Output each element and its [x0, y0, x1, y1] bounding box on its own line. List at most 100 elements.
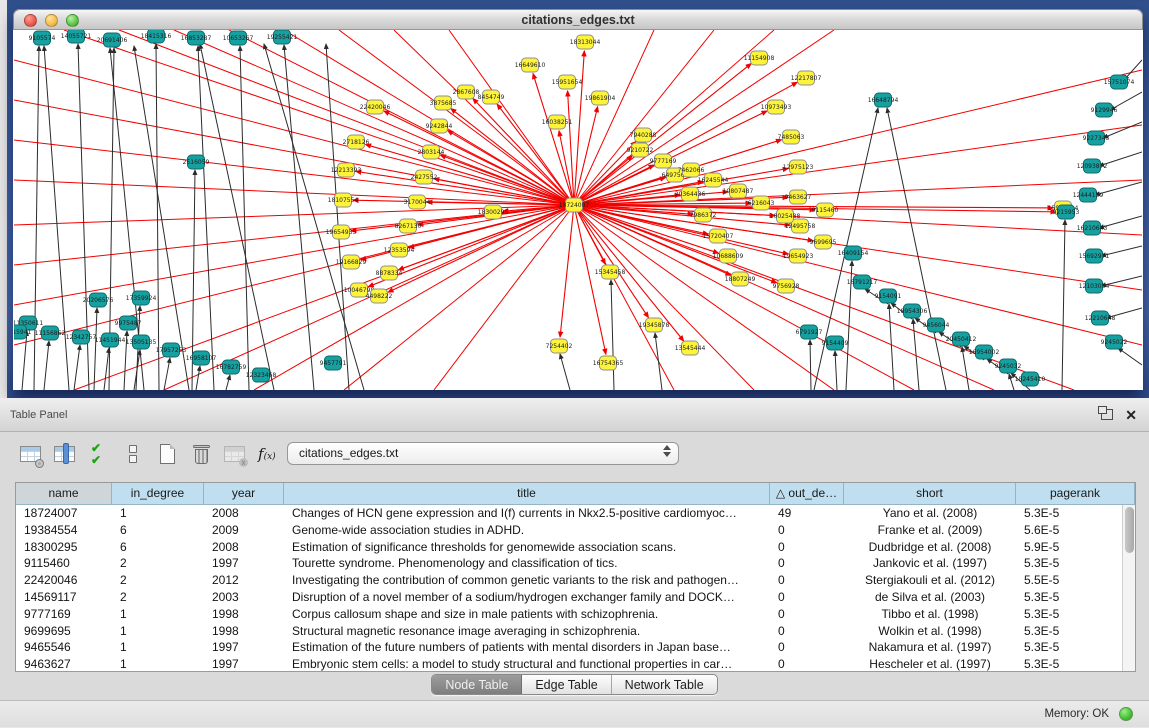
network-node[interactable]: 2718126: [343, 135, 370, 149]
close-panel-icon[interactable]: ✕: [1125, 405, 1137, 425]
network-node[interactable]: 10653267: [223, 31, 254, 45]
column-header-pagerank[interactable]: pagerank: [1016, 483, 1135, 505]
column-header-name[interactable]: name: [16, 483, 112, 505]
network-node[interactable]: 9115460: [812, 203, 839, 217]
network-node[interactable]: 15345458: [595, 265, 626, 279]
table-row[interactable]: 1456911722003Disruption of a novel membe…: [16, 589, 1122, 606]
network-node[interactable]: 9463627: [785, 190, 812, 204]
network-node[interactable]: 16648794: [868, 93, 899, 107]
new-column-icon[interactable]: [154, 441, 181, 468]
network-node[interactable]: 18954306: [897, 304, 928, 318]
network-node[interactable]: 18415316: [141, 30, 172, 43]
network-node[interactable]: 16245544: [698, 173, 729, 187]
network-node[interactable]: 18245410: [1015, 372, 1046, 386]
column-header-title[interactable]: title: [284, 483, 770, 505]
network-node[interactable]: 15951654: [552, 75, 583, 89]
network-node[interactable]: 11451944: [95, 333, 126, 347]
table-row[interactable]: 977716911998Corpus callosum shape and si…: [16, 606, 1122, 623]
network-node[interactable]: 19861904: [585, 91, 616, 105]
network-node[interactable]: 9699695: [810, 235, 837, 249]
window-titlebar[interactable]: citations_edges.txt: [13, 9, 1143, 30]
network-node[interactable]: 9245022: [1101, 335, 1128, 349]
network-node[interactable]: 19345878: [639, 318, 670, 332]
network-node[interactable]: 9456044: [923, 318, 950, 332]
row-stack-icon[interactable]: [120, 441, 147, 468]
table-row[interactable]: 946554611997Estimation of the future num…: [16, 639, 1122, 656]
column-header-in_degree[interactable]: in_degree: [112, 483, 204, 505]
network-node[interactable]: 19255421: [267, 30, 298, 44]
network-node[interactable]: 13505135: [126, 335, 157, 349]
network-node[interactable]: 16782759: [216, 360, 247, 374]
network-view-canvas[interactable]: 1872400722420046271812612213393181075541…: [14, 30, 1142, 390]
tab-network-table[interactable]: Network Table: [612, 675, 717, 694]
network-node[interactable]: 9457791: [320, 356, 347, 370]
network-node[interactable]: 18313044: [570, 35, 601, 49]
float-panel-icon[interactable]: [1101, 409, 1113, 420]
network-node[interactable]: 12213393: [331, 163, 362, 177]
network-node[interactable]: 8267130: [395, 219, 422, 233]
tab-node-table[interactable]: Node Table: [432, 675, 522, 694]
network-node[interactable]: 9129946: [1091, 103, 1118, 117]
network-node[interactable]: 12444159: [1073, 188, 1104, 202]
network-graph[interactable]: 1872400722420046271812612213393181075541…: [14, 30, 1142, 390]
network-node[interactable]: 12342757: [66, 330, 97, 344]
network-node[interactable]: 11156862: [35, 326, 66, 340]
minimize-window-button[interactable]: [45, 14, 58, 27]
network-node[interactable]: 20691406: [97, 33, 128, 47]
function-builder-icon[interactable]: f(x): [256, 441, 283, 468]
table-scrollbar[interactable]: [1122, 505, 1135, 671]
network-node[interactable]: 8878334: [376, 266, 403, 280]
table-selector-dropdown[interactable]: citations_edges.txt: [287, 442, 679, 465]
table-row[interactable]: 911546021997Tourette syndrome. Phenomeno…: [16, 555, 1122, 572]
network-node[interactable]: 3875685: [430, 96, 457, 110]
network-node[interactable]: 2867608: [453, 85, 480, 99]
table-header-row: namein_degreeyeartitle△ out_de…shortpage…: [16, 483, 1135, 505]
network-node[interactable]: 10807487: [723, 184, 754, 198]
network-node[interactable]: 20364436: [675, 187, 706, 201]
column-header-out_de[interactable]: △ out_de…: [770, 483, 844, 505]
network-node[interactable]: 17359924: [126, 291, 157, 305]
network-node[interactable]: 16649610: [515, 58, 546, 72]
network-node[interactable]: 14055721: [61, 30, 92, 43]
network-node[interactable]: 19654923: [783, 249, 814, 263]
network-node[interactable]: 16853287: [181, 31, 212, 45]
column-header-year[interactable]: year: [204, 483, 284, 505]
network-node[interactable]: 15692971: [1079, 249, 1110, 263]
network-node[interactable]: 12210648: [1085, 311, 1116, 325]
table-row[interactable]: 1938455462009Genome-wide association stu…: [16, 522, 1122, 539]
network-node[interactable]: 19654935: [326, 225, 357, 239]
network-node[interactable]: 13545444: [675, 341, 706, 355]
tab-edge-table[interactable]: Edge Table: [522, 675, 611, 694]
network-node[interactable]: 20206576: [83, 293, 114, 307]
select-rows-icon[interactable]: ✔✔: [86, 441, 113, 468]
delete-table-icon[interactable]: x: [222, 441, 249, 468]
table-row[interactable]: 1830029562008Estimation of significance …: [16, 539, 1122, 556]
network-node[interactable]: 9105574: [29, 31, 56, 45]
scrollbar-thumb[interactable]: [1125, 507, 1134, 553]
network-node[interactable]: 6791927: [796, 325, 823, 339]
close-window-button[interactable]: [24, 14, 37, 27]
network-node[interactable]: 7986372: [690, 208, 717, 222]
network-node[interactable]: 7254402: [546, 339, 573, 353]
network-node[interactable]: 7485063: [778, 130, 805, 144]
network-node[interactable]: 2427552: [411, 170, 438, 184]
network-node[interactable]: 9154091: [875, 289, 902, 303]
network-node[interactable]: 16754365: [593, 356, 624, 370]
network-node[interactable]: 2516059: [183, 155, 210, 169]
network-node[interactable]: 12093872: [1077, 159, 1108, 173]
network-node[interactable]: 9756928: [773, 279, 800, 293]
table-row[interactable]: 969969511998Structural magnetic resonanc…: [16, 623, 1122, 640]
table-row[interactable]: 946362711997Embryonic stem cells: a mode…: [16, 656, 1122, 671]
table-row[interactable]: 2242004622012Investigating the contribut…: [16, 572, 1122, 589]
column-header-short[interactable]: short: [844, 483, 1016, 505]
network-node[interactable]: 15751074: [1104, 75, 1135, 89]
network-node[interactable]: 10688609: [713, 249, 744, 263]
network-node[interactable]: 9245032: [995, 359, 1022, 373]
table-row[interactable]: 1872400712008Changes of HCN gene express…: [16, 505, 1122, 522]
zoom-window-button[interactable]: [66, 14, 79, 27]
network-node[interactable]: 12353594: [384, 243, 415, 257]
delete-column-icon[interactable]: [188, 441, 215, 468]
table-mode-icon[interactable]: [18, 441, 45, 468]
network-node[interactable]: 16954002: [969, 345, 1000, 359]
show-column-icon[interactable]: [52, 441, 79, 468]
